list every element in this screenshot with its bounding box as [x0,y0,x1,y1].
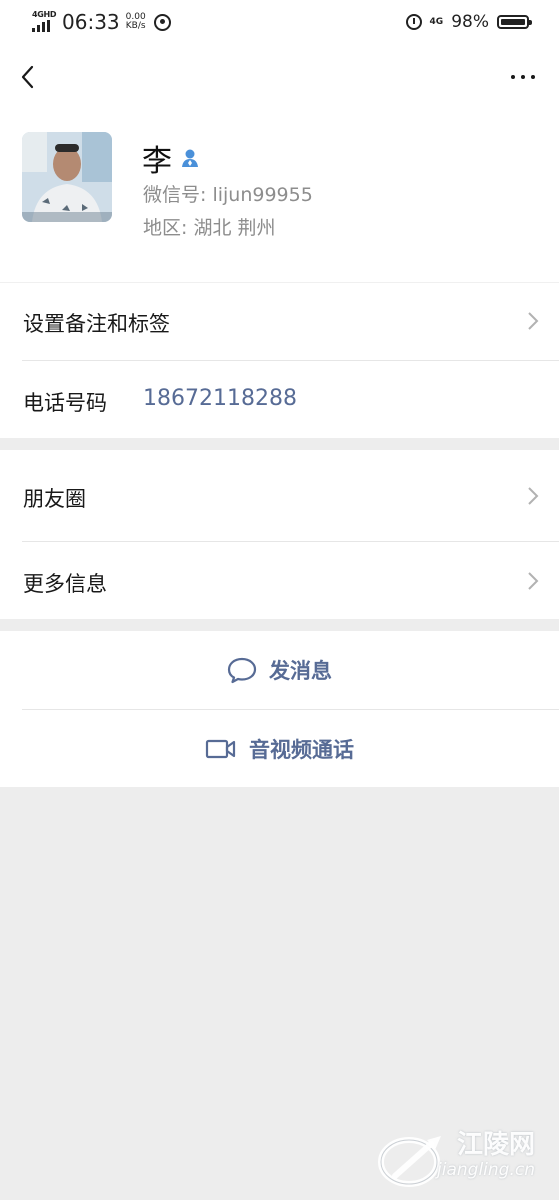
watermark-site-name: 江陵网 [456,1130,535,1160]
network-speed-unit: KB/s [125,21,146,31]
battery-percent: 98% [451,12,489,32]
top-bar [0,44,559,110]
chevron-right-icon [528,312,539,330]
chevron-right-icon [528,487,539,505]
notification-icon [153,13,171,31]
remark-tags-label: 设置备注和标签 [23,312,170,336]
status-bar: 4GHD 06:33 0.00 KB/s 4G 98% [0,0,559,44]
contact-info-group: 设置备注和标签 电话号码 18672118288 [0,282,559,438]
person-icon [182,149,198,167]
chevron-right-icon [528,572,539,590]
more-info-cell[interactable]: 更多信息 [0,542,559,619]
network-type-label: 4GHD [32,10,57,19]
status-time: 06:33 [62,10,120,34]
battery-icon [497,15,532,29]
send-message-button[interactable]: 发消息 [0,631,559,709]
network-speed: 0.00 KB/s [126,13,146,31]
phone-cell[interactable]: 电话号码 18672118288 [0,361,559,438]
remark-tags-cell[interactable]: 设置备注和标签 [0,282,559,360]
signal-icon: 4GHD [32,10,58,34]
moments-label: 朋友圈 [23,487,86,511]
back-arrow-icon[interactable] [18,64,40,90]
profile-header: 李 微信号: lijun99955 地区: 湖北 荆州 [0,110,559,282]
watermark-url: jiangling.cn [437,1160,535,1180]
moments-cell[interactable]: 朋友圈 [0,450,559,541]
region: 地区: 湖北 荆州 [143,217,276,239]
video-call-label: 音视频通话 [249,737,354,762]
actions-group: 发消息 音视频通话 [0,631,559,787]
phone-number[interactable]: 18672118288 [143,386,297,411]
avatar[interactable] [22,132,112,222]
site-watermark: 江陵网 jiangling.cn [349,1124,549,1194]
wechat-id: 微信号: lijun99955 [143,184,313,206]
send-message-label: 发消息 [269,659,332,683]
phone-label: 电话号码 [23,391,107,415]
chat-bubble-icon [227,657,257,684]
more-info-label: 更多信息 [23,572,107,596]
contact-more-group: 朋友圈 更多信息 [0,450,559,619]
video-call-button[interactable]: 音视频通话 [0,710,559,787]
network-4g-label: 4G [429,17,444,27]
contact-name: 李 [142,144,172,179]
video-camera-icon [205,739,236,758]
more-options-icon[interactable] [511,75,535,79]
alarm-icon [405,14,422,30]
